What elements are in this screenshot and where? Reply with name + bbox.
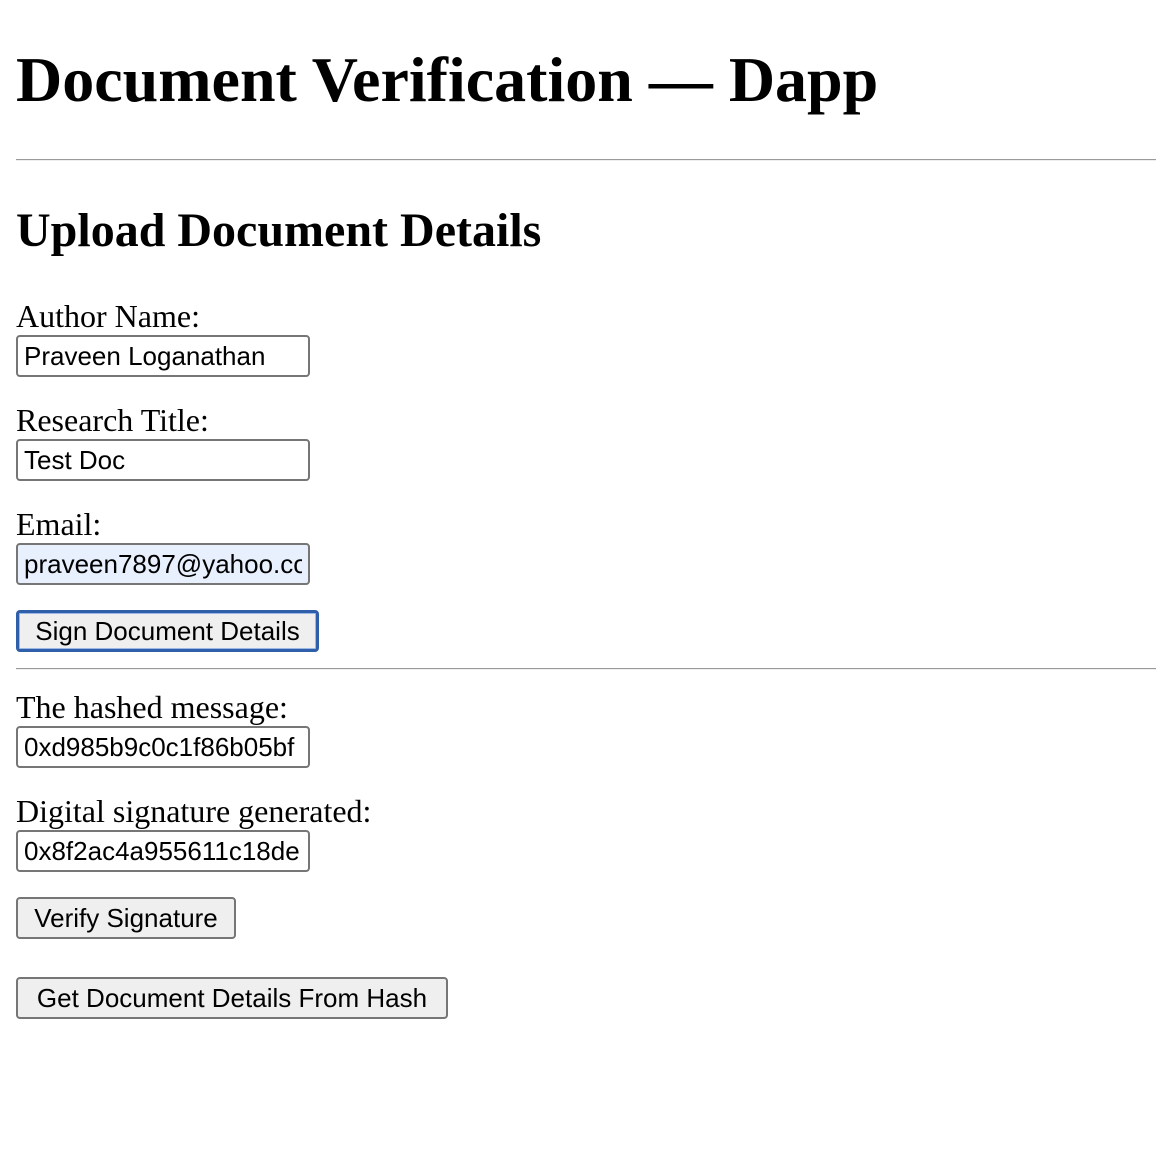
get-document-details-button[interactable]: Get Document Details From Hash <box>16 977 448 1019</box>
author-name-input[interactable] <box>16 335 310 377</box>
email-input[interactable] <box>16 543 310 585</box>
page-title: Document Verification — Dapp <box>16 44 879 115</box>
signature-label: Digital signature generated: <box>16 793 372 829</box>
hashed-message-label: The hashed message: <box>16 689 288 725</box>
research-title-input[interactable] <box>16 439 310 481</box>
divider <box>16 159 1156 161</box>
divider <box>16 668 1156 670</box>
page: Document Verification — Dapp Upload Docu… <box>0 0 1156 1154</box>
sign-document-button[interactable]: Sign Document Details <box>16 610 319 652</box>
verify-signature-button[interactable]: Verify Signature <box>16 897 236 939</box>
author-name-label: Author Name: <box>16 298 200 334</box>
hashed-message-input[interactable] <box>16 726 310 768</box>
research-title-label: Research Title: <box>16 402 209 438</box>
email-label: Email: <box>16 506 102 542</box>
signature-input[interactable] <box>16 830 310 872</box>
section-title-upload: Upload Document Details <box>16 204 542 257</box>
